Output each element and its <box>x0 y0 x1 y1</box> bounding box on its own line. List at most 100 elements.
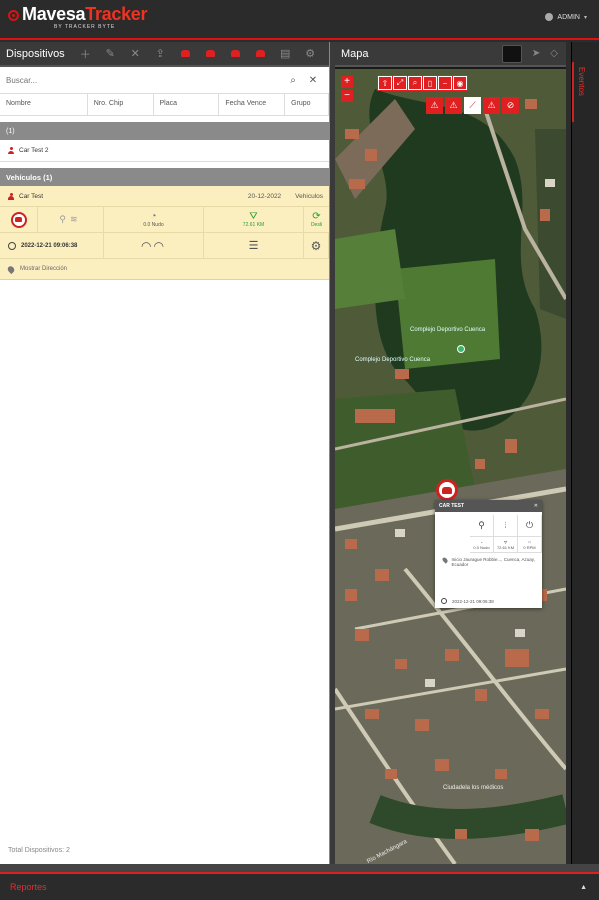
popup-address: Inicio Jaurague Robbie..., Cuenca, Azuay… <box>441 556 542 567</box>
device-card[interactable]: Car Test 20-12-2022 Vehiculos ⚲≋ ◔ 0.0 Nu… <box>0 186 329 280</box>
no-signal-icon[interactable]: ⟋ <box>464 97 481 114</box>
top-bar: MavesaTracker BY TRACKER BYTE ADMIN ▾ <box>0 0 599 40</box>
zoom-in-button[interactable]: + <box>341 76 353 88</box>
group-header-1[interactable]: (1) <box>0 122 329 140</box>
list-item[interactable]: Car Test 2 <box>0 140 329 162</box>
device-settings-button[interactable]: ⚙ <box>304 233 329 259</box>
popup-address-text: Inicio Jaurague Robbie..., Cuenca, Azuay… <box>451 557 535 567</box>
devices-panel: Dispositivos ＋ ✎ ✕ ⇪ ▤ ⚙ ⌕ ✕ Nombre Nro.… <box>0 42 330 864</box>
reports-bar[interactable]: Reportes ▲ <box>0 872 599 900</box>
upload-icon[interactable]: ⇪ <box>148 41 173 66</box>
search-row: ⌕ ✕ <box>0 67 329 94</box>
brand-logo: MavesaTracker BY TRACKER BYTE <box>8 4 148 33</box>
group-header-2[interactable]: Vehículos (1) <box>0 168 329 186</box>
traffic-light-icon: ⦙ <box>494 515 518 537</box>
map-panel: Mapa ➤ ◇ + − ⇧ ⤢ ⌕ ▯ − ◉ ⚠ ⚠ ⟋ ⚠ ⊘ Compl… <box>335 42 566 864</box>
measure-icon[interactable]: ⤢ <box>393 76 407 90</box>
logo-mark-icon <box>8 10 19 21</box>
clock-icon <box>8 241 16 250</box>
popup-rpm-cell: ◠ 0 RPM <box>518 537 542 553</box>
map-view[interactable]: + − ⇧ ⤢ ⌕ ▯ − ◉ ⚠ ⚠ ⟋ ⚠ ⊘ Complejo Depor… <box>335 69 566 864</box>
status-icon: ⟳ <box>312 211 321 222</box>
map-header: Mapa ➤ ◇ <box>335 42 566 67</box>
navigate-icon[interactable]: ➤ <box>532 48 540 59</box>
close-icon[interactable]: ✕ <box>534 503 542 509</box>
clear-search-icon[interactable]: ✕ <box>303 75 323 86</box>
user-menu[interactable]: ADMIN ▾ <box>545 13 587 21</box>
location-pin-icon <box>6 264 16 274</box>
alert-2-icon[interactable]: ⚠ <box>445 97 462 114</box>
speed-cell: ◔ 0.0 Nudo <box>104 207 204 233</box>
zoom-out-button[interactable]: − <box>341 90 353 102</box>
events-tab[interactable]: Eventos <box>577 67 586 96</box>
column-chip[interactable]: Nro. Chip <box>88 94 154 115</box>
device-timestamp: 2022-12-21 09:06:38 <box>21 242 78 249</box>
column-placa[interactable]: Placa <box>154 94 220 115</box>
gauges-button[interactable]: ◠◠ <box>104 233 204 259</box>
table-header: Nombre Nro. Chip Placa Fecha Vence Grupo <box>0 94 329 116</box>
info-icon[interactable]: ◉ <box>453 76 467 90</box>
list-icon: ☰ <box>248 240 259 252</box>
popup-odometer: 72.61 KM <box>496 544 515 550</box>
popup-time-text: 2022-12-21 09:06:38 <box>452 598 494 604</box>
add-device-icon[interactable]: ＋ <box>73 41 98 66</box>
chevron-up-icon[interactable]: ▲ <box>580 884 587 891</box>
minus-icon[interactable]: − <box>438 76 452 90</box>
power-icon: ⏻ <box>518 515 542 537</box>
reports-label[interactable]: Reportes <box>10 882 47 892</box>
devices-header: Dispositivos ＋ ✎ ✕ ⇪ ▤ ⚙ <box>0 42 329 67</box>
alert-icon[interactable]: ⚠ <box>426 97 443 114</box>
diamond-icon[interactable]: ◇ <box>550 48 558 59</box>
car-unlock-icon[interactable] <box>248 41 273 66</box>
gauge-icon: ◠◠ <box>141 238 166 253</box>
device-odometer: 72.61 KM <box>242 222 265 228</box>
gps-signal-icon: ⚲≋ <box>59 214 82 224</box>
poi-pin-icon[interactable] <box>457 345 465 353</box>
ignition-icon: ⚲ <box>470 515 494 537</box>
brand-accent: Tracker <box>85 4 148 24</box>
search-map-icon[interactable]: ⌕ <box>408 76 422 90</box>
popup-header: CAR TEST ✕ <box>435 500 542 512</box>
map-title: Mapa <box>341 47 369 60</box>
alert-3-icon[interactable]: ⚠ <box>483 97 500 114</box>
vehicle-marker[interactable] <box>436 479 458 501</box>
column-nombre[interactable]: Nombre <box>0 94 88 115</box>
delete-device-icon[interactable]: ✕ <box>123 41 148 66</box>
settings-icon[interactable]: ⚙ <box>298 41 323 66</box>
map-layer-icon[interactable] <box>501 44 522 63</box>
document-icon[interactable]: ▤ <box>273 41 298 66</box>
edit-device-icon[interactable]: ✎ <box>98 41 123 66</box>
show-address-link[interactable]: Mostrar Dirección <box>0 259 329 279</box>
popup-odometer-cell: ⛛ 72.61 KM <box>494 537 518 553</box>
brand-sub: BY TRACKER BYTE <box>54 24 116 30</box>
events-panel[interactable]: Eventos <box>571 42 599 864</box>
search-icon[interactable]: ⌕ <box>283 75 303 86</box>
home-icon[interactable]: ⇧ <box>378 76 392 90</box>
car-icon <box>442 486 452 494</box>
group-label-2: Vehículos (1) <box>6 172 53 182</box>
car-lock-icon[interactable] <box>223 41 248 66</box>
clock-icon <box>441 598 447 604</box>
group-label-1: (1) <box>6 127 15 135</box>
brand-main: Mavesa <box>22 4 86 24</box>
chevron-down-icon: ▾ <box>583 14 587 21</box>
column-grupo[interactable]: Grupo <box>285 94 329 115</box>
speedometer-icon: ◔ <box>150 211 157 222</box>
road-icon: ⛛ <box>249 211 258 222</box>
show-address-label: Mostrar Dirección <box>20 266 68 272</box>
car-command-icon[interactable] <box>173 41 198 66</box>
device-speed: 0.0 Nudo <box>143 222 164 228</box>
device-stats: ⚲≋ ◔ 0.0 Nudo ⛛ 72.61 KM ⟳ Desli <box>0 206 329 233</box>
book-icon[interactable]: ▯ <box>423 76 437 90</box>
disabled-icon[interactable]: ⊘ <box>502 97 519 114</box>
car-engine-icon[interactable] <box>198 41 223 66</box>
popup-stats: ⚲ ⦙ ⏻ ◔ 0.0 Nudo ⛛ 72.61 KM ◠ 0 RPM <box>470 515 542 553</box>
list-button[interactable]: ☰ <box>204 233 304 259</box>
device-name: Car Test <box>19 192 44 200</box>
zoom-controls: + − <box>341 76 353 104</box>
popup-name: CAR TEST <box>439 503 464 509</box>
bottom-divider[interactable] <box>0 864 599 872</box>
popup-rpm: 0 RPM <box>523 544 536 550</box>
search-input[interactable] <box>6 75 283 85</box>
column-fecha[interactable]: Fecha Vence <box>219 94 286 115</box>
